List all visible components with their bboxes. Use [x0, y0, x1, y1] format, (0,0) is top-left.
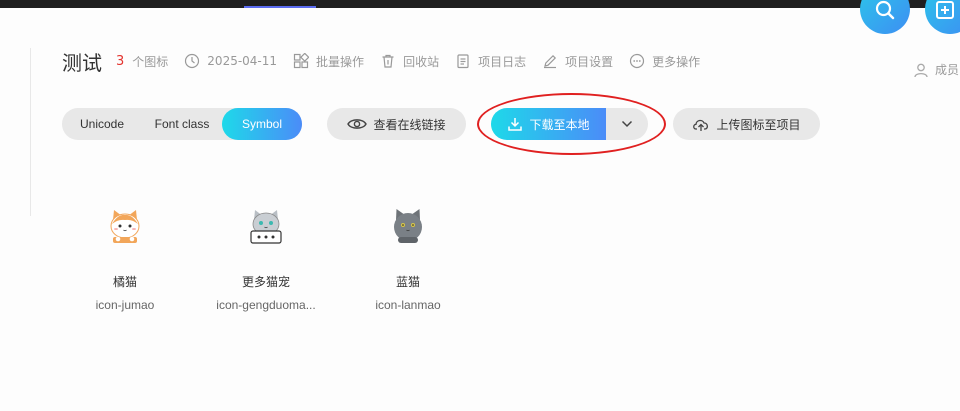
batch-operation-label: 批量操作: [316, 54, 365, 69]
eye-icon: [347, 119, 368, 129]
more-cats-icon: [250, 210, 282, 244]
add-icon-button[interactable]: [925, 0, 960, 34]
clock-icon: [185, 53, 200, 69]
top-nav-bar: [0, 0, 960, 8]
annotation-ellipse: [477, 93, 666, 155]
icon-card-lanmao[interactable]: 蓝猫 icon-lanmao: [348, 206, 468, 312]
user-icon: [914, 63, 928, 77]
more-icon: [630, 53, 645, 69]
view-online-link-button[interactable]: 查看在线链接: [327, 108, 466, 140]
active-nav-indicator: [244, 6, 316, 8]
search-icon: [875, 0, 895, 20]
add-square-icon: [936, 1, 954, 19]
view-online-link-label: 查看在线链接: [373, 117, 446, 132]
project-title: 测试: [62, 50, 102, 75]
icon-name: 橘猫: [112, 275, 137, 289]
project-log-label: 项目日志: [478, 54, 527, 69]
icon-code: icon-lanmao: [375, 298, 441, 312]
project-log-button[interactable]: 项目日志: [455, 53, 526, 70]
tab-font-class[interactable]: Font class: [144, 108, 220, 140]
tab-unicode[interactable]: Unicode: [70, 108, 134, 140]
search-button[interactable]: [860, 0, 910, 34]
project-settings-button[interactable]: 项目设置: [542, 53, 613, 70]
members-link[interactable]: 成员: [913, 61, 959, 78]
icon-code: icon-jumao: [95, 298, 155, 312]
tab-symbol[interactable]: Symbol: [222, 108, 302, 140]
created-date: 2025-04-11: [184, 53, 277, 69]
upload-label: 上传图标至项目: [716, 117, 801, 132]
blue-cat-icon: [394, 209, 422, 243]
icon-count-unit: 个图标: [132, 54, 169, 69]
recycle-bin-button[interactable]: 回收站: [380, 53, 439, 70]
icon-card-gengduomao[interactable]: 更多猫宠 icon-gengduoma...: [206, 206, 326, 312]
trash-icon: [382, 54, 394, 68]
icon-code: icon-gengduoma...: [216, 298, 316, 312]
members-label: 成员: [935, 63, 960, 77]
upload-cloud-icon: [693, 119, 709, 131]
log-icon: [457, 54, 469, 69]
recycle-bin-label: 回收站: [403, 54, 440, 69]
project-settings-label: 项目设置: [565, 54, 614, 69]
icon-name: 更多猫宠: [241, 275, 290, 289]
icon-name: 蓝猫: [395, 275, 420, 289]
batch-icon: [293, 53, 310, 69]
code-type-tabs: Unicode Font class Symbol: [62, 108, 302, 140]
upload-to-project-button[interactable]: 上传图标至项目: [673, 108, 820, 140]
batch-operation-button[interactable]: 批量操作: [293, 53, 364, 70]
more-actions-label: 更多操作: [652, 54, 701, 69]
icon-count: 3: [116, 53, 125, 69]
orange-cat-icon: [110, 210, 140, 243]
created-date-text: 2025-04-11: [207, 54, 278, 68]
sidebar-divider: [30, 48, 31, 216]
more-actions-button[interactable]: 更多操作: [629, 53, 700, 70]
icon-card-jumao[interactable]: 橘猫 icon-jumao: [65, 206, 185, 312]
pencil-icon: [544, 54, 557, 69]
project-header: 测试 3 个图标 2025-04-11 批量操作 回收站 项目日志 项目设置 更…: [62, 48, 700, 75]
